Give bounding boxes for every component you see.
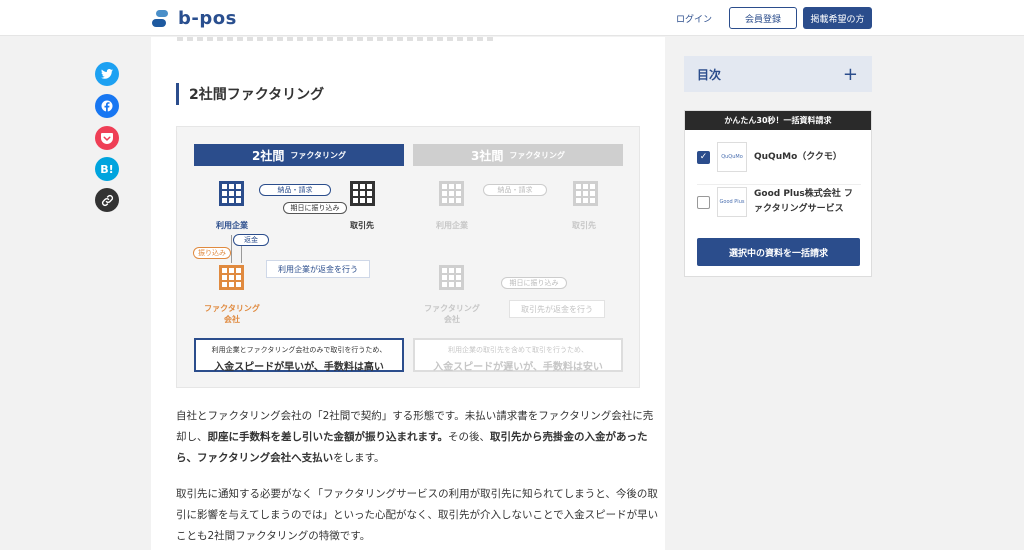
listing-request-button[interactable]: 掲載希望の方 — [803, 7, 872, 29]
bulk-request-header: かんたん30秒！一括資料請求 — [685, 111, 871, 130]
transfer-pill: 振り込み — [193, 247, 231, 259]
hatena-share-button[interactable]: B! — [95, 157, 119, 181]
client-gray-label: 取引先 — [572, 221, 596, 230]
bulk-request-widget: かんたん30秒！一括資料請求 ✓ QuQuMo QuQuMo（ククモ） Good… — [684, 110, 872, 277]
section-heading: 2社間ファクタリング — [176, 83, 324, 105]
site-header: b-pos ログイン 会員登録 掲載希望の方 — [0, 0, 1024, 36]
user-company-gray-building-icon — [439, 181, 464, 206]
company-logo-thumbnail: Good Plus — [717, 187, 747, 217]
payment-date-pill: 期日に振り込み — [283, 202, 347, 214]
check-icon[interactable]: ✓ — [697, 150, 710, 164]
client-gray-building-icon — [573, 181, 598, 206]
table-of-contents-toggle[interactable]: 目次 + — [684, 56, 872, 92]
paragraph-2: 取引先に通知する必要がなく「ファクタリングサービスの利用が取引先に知られてしまう… — [176, 488, 659, 542]
request-item-ququmo[interactable]: ✓ QuQuMo QuQuMo（ククモ） — [697, 142, 858, 172]
logo-mark-icon — [152, 9, 170, 29]
register-button[interactable]: 会員登録 — [729, 7, 797, 29]
twitter-share-button[interactable] — [95, 62, 119, 86]
left-summary-box: 利用企業とファクタリング会社のみで取引を行うため、 入金スピードが早いが、手数料… — [194, 338, 404, 373]
site-logo[interactable]: b-pos — [152, 8, 237, 29]
cut-off-text-line — [177, 37, 497, 41]
delivery-invoice-gray-pill: 納品・請求 — [483, 184, 547, 196]
factoring-company-gray-building-icon — [439, 265, 464, 290]
divider — [697, 184, 861, 185]
payment-date-gray-pill: 期日に振り込み — [501, 277, 567, 289]
user-company-gray-label: 利用企業 — [436, 221, 468, 230]
right-note: 取引先が返金を行う — [509, 300, 605, 318]
toc-title: 目次 — [697, 67, 722, 82]
pocket-icon — [101, 132, 113, 144]
bulk-request-submit-button[interactable]: 選択中の資料を一括請求 — [697, 238, 860, 266]
right-summary-box: 利用企業の取引先を含めて取引を行うため、 入金スピードが遅いが、手数料は安い — [413, 338, 623, 373]
factoring-company-building-icon — [219, 265, 244, 290]
user-company-label: 利用企業 — [216, 221, 248, 230]
right-summary-small: 利用企業の取引先を含めて取引を行うため、 — [448, 346, 588, 354]
figure-left-title: 2社間 ファクタリング — [194, 144, 404, 166]
user-company-building-icon — [219, 181, 244, 206]
factoring-comparison-figure: 2社間 ファクタリング 利用企業 取引先 納品・請求 期日に振り込み 返金 振り込… — [176, 126, 640, 388]
checkbox[interactable] — [697, 195, 710, 209]
left-summary-big: 入金スピードが早いが、手数料は高い — [214, 362, 384, 373]
plus-icon: + — [842, 63, 858, 85]
facebook-share-button[interactable] — [95, 94, 119, 118]
login-link[interactable]: ログイン — [676, 12, 712, 25]
paragraph-1: 自社とファクタリング会社の「2社間で契約」する形態です。未払い請求書をファクタリ… — [176, 410, 654, 464]
figure-right-title: 3社間 ファクタリング — [413, 144, 623, 166]
factoring-company-label: ファクタリング 会社 — [204, 304, 260, 324]
logo-text: b-pos — [178, 8, 237, 29]
article-body: 2社間ファクタリング 2社間 ファクタリング 利用企業 取引先 納品・請求 期日に… — [151, 37, 665, 550]
client-building-icon — [350, 181, 375, 206]
factoring-company-gray-label: ファクタリング 会社 — [424, 304, 480, 324]
request-item-name: Good Plus株式会社 ファクタリングサービス — [754, 189, 853, 214]
request-item-name: QuQuMo（ククモ） — [754, 151, 842, 162]
twitter-icon — [101, 69, 113, 79]
client-label: 取引先 — [350, 221, 374, 230]
company-logo-thumbnail: QuQuMo — [717, 142, 747, 172]
hatena-icon: B! — [100, 162, 114, 176]
copy-link-button[interactable] — [95, 188, 119, 212]
left-note: 利用企業が返金を行う — [266, 260, 370, 278]
link-icon — [101, 194, 113, 206]
pocket-share-button[interactable] — [95, 126, 119, 150]
right-summary-big: 入金スピードが遅いが、手数料は安い — [433, 362, 603, 373]
request-item-goodplus[interactable]: Good Plus Good Plus株式会社 ファクタリングサービス — [697, 187, 858, 217]
refund-pill: 返金 — [233, 234, 269, 246]
left-summary-small: 利用企業とファクタリング会社のみで取引を行うため、 — [211, 346, 387, 354]
delivery-invoice-pill: 納品・請求 — [259, 184, 331, 196]
facebook-icon — [101, 100, 113, 112]
